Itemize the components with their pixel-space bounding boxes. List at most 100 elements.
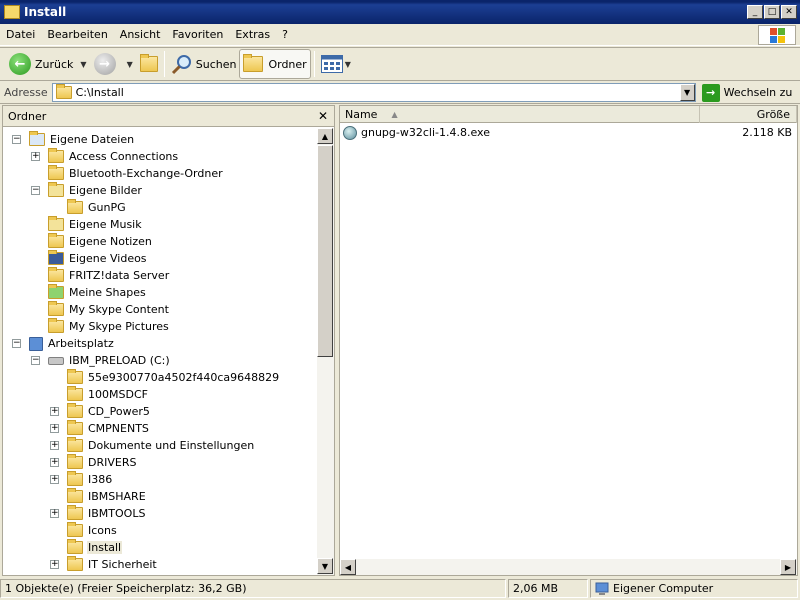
tree-item[interactable]: My Skype Content — [48, 301, 170, 318]
tree-item-label: Arbeitsplatz — [48, 337, 114, 350]
file-row[interactable]: gnupg-w32cli-1.4.8.exe — [343, 124, 490, 141]
folder-icon — [67, 539, 83, 554]
menu-help[interactable]: ? — [276, 28, 294, 41]
list-hscrollbar[interactable]: ◀ ▶ — [340, 559, 797, 575]
tree-item[interactable]: − IBM_PRELOAD (C:) — [31, 352, 171, 369]
tree-item[interactable]: + IT Sicherheit — [50, 556, 158, 573]
status-objects-text: 1 Objekte(e) (Freier Speicherplatz: 36,2… — [5, 582, 247, 595]
tree-item[interactable]: − Arbeitsplatz — [12, 335, 115, 352]
status-size-text: 2,06 MB — [513, 582, 559, 595]
expand-icon[interactable]: + — [50, 475, 59, 484]
menu-bearbeiten[interactable]: Bearbeiten — [41, 28, 113, 41]
toolbar-separator — [163, 51, 165, 77]
tree-item[interactable]: + IBMTOOLS — [50, 505, 146, 522]
status-bar: 1 Objekte(e) (Freier Speicherplatz: 36,2… — [0, 577, 800, 600]
scroll-left-button[interactable]: ◀ — [340, 559, 356, 575]
tree-scrollbar[interactable]: ▲ ▼ — [317, 128, 334, 575]
tree-item[interactable]: Icons — [67, 522, 118, 539]
forward-button[interactable]: → — [91, 49, 123, 79]
tree-item-label: Meine Shapes — [69, 286, 146, 299]
tree-item[interactable]: Meine Shapes — [48, 284, 147, 301]
folder-icon — [48, 233, 64, 248]
tree-item[interactable]: + Dokumente und Einstellungen — [50, 437, 255, 454]
tree-item[interactable]: IBMSHARE — [67, 488, 147, 505]
scroll-thumb[interactable] — [317, 145, 333, 357]
window-title: Install — [24, 5, 67, 19]
tree-item-label: Eigene Bilder — [69, 184, 142, 197]
tree-item[interactable]: + CD_Power5 — [50, 403, 151, 420]
tree-item-label: GunPG — [88, 201, 126, 214]
go-button[interactable]: → Wechseln zu — [701, 83, 792, 102]
expand-icon[interactable]: + — [50, 424, 59, 433]
toolbar-separator — [313, 51, 315, 77]
menu-extras[interactable]: Extras — [229, 28, 276, 41]
menu-ansicht[interactable]: Ansicht — [114, 28, 167, 41]
minimize-button[interactable]: _ — [747, 5, 763, 19]
tree-item[interactable]: + Access Connections — [31, 148, 179, 165]
tree-item[interactable]: My Skype Pictures — [48, 318, 170, 335]
tree-item[interactable]: Install — [67, 539, 123, 556]
tree-item[interactable]: FRITZ!data Server — [48, 267, 170, 284]
tree-item[interactable]: + I386 — [50, 471, 113, 488]
scroll-up-button[interactable]: ▲ — [317, 128, 333, 144]
collapse-icon[interactable]: − — [31, 356, 40, 365]
maximize-button[interactable]: □ — [764, 5, 780, 19]
menu-datei[interactable]: Datei — [0, 28, 41, 41]
close-button[interactable]: ✕ — [781, 5, 797, 19]
forward-dropdown-icon[interactable]: ▼ — [127, 60, 133, 69]
expand-icon[interactable]: + — [50, 509, 59, 518]
column-header-size[interactable]: Größe — [700, 106, 797, 123]
folder-up-icon — [139, 54, 158, 72]
folder-icon — [4, 5, 20, 19]
tree-item-label: IBM_PRELOAD (C:) — [69, 354, 170, 367]
address-dropdown-button[interactable]: ▼ — [679, 84, 695, 101]
tree-item-label: IBMSHARE — [88, 490, 146, 503]
up-button[interactable] — [137, 49, 161, 79]
tree-item[interactable]: − Eigene Bilder — [31, 182, 143, 199]
tree-item[interactable]: Bluetooth-Exchange-Ordner — [48, 165, 224, 182]
folder-icon — [67, 420, 83, 435]
scroll-down-button[interactable]: ▼ — [317, 558, 333, 574]
tree-item-label: Icons — [88, 524, 117, 537]
back-dropdown-icon[interactable]: ▼ — [80, 60, 86, 69]
windows-logo-icon — [758, 25, 796, 45]
tree-item[interactable]: GunPG — [67, 199, 127, 216]
collapse-icon[interactable]: − — [12, 135, 21, 144]
tree-item[interactable]: 100MSDCF — [67, 386, 149, 403]
folder-icon — [67, 556, 83, 571]
tree-item[interactable]: Eigene Videos — [48, 250, 148, 267]
tree-item-label: Eigene Musik — [69, 218, 142, 231]
tree-item[interactable]: 55e9300770a4502f440ca9648829 — [67, 369, 280, 386]
views-button[interactable]: ▼ — [318, 49, 354, 79]
expand-icon[interactable]: + — [50, 560, 59, 569]
expand-icon[interactable]: + — [50, 458, 59, 467]
forward-arrow-icon: → — [93, 53, 116, 75]
expand-icon[interactable]: + — [31, 152, 40, 161]
menu-bar: Datei Bearbeiten Ansicht Favoriten Extra… — [0, 24, 800, 46]
collapse-icon[interactable]: − — [12, 339, 21, 348]
tree-item[interactable]: + DRIVERS — [50, 454, 137, 471]
back-button[interactable]: ← Zurück — [6, 49, 76, 79]
scroll-right-button[interactable]: ▶ — [780, 559, 796, 575]
folders-button[interactable]: Ordner — [239, 49, 311, 79]
expand-icon[interactable]: + — [50, 407, 59, 416]
tree-item[interactable]: Eigene Musik — [48, 216, 143, 233]
tree-item[interactable]: Eigene Notizen — [48, 233, 153, 250]
collapse-icon[interactable]: − — [31, 186, 40, 195]
title-bar[interactable]: Install _ □ ✕ — [0, 0, 800, 24]
column-size-label: Größe — [756, 108, 790, 121]
go-arrow-icon: → — [701, 83, 720, 102]
search-button[interactable]: Suchen — [168, 49, 240, 79]
tree-item[interactable]: + CMPNENTS — [50, 420, 150, 437]
tree-item[interactable]: − Eigene Dateien — [12, 131, 135, 148]
tree-item-label: Eigene Notizen — [69, 235, 152, 248]
tree-item-label: My Skype Pictures — [69, 320, 169, 333]
folders-icon — [243, 54, 264, 72]
expand-icon[interactable]: + — [50, 441, 59, 450]
drive-icon — [48, 356, 64, 365]
close-pane-icon[interactable]: ✕ — [318, 109, 328, 123]
address-input[interactable]: C:\Install ▼ — [51, 83, 696, 102]
column-header-name[interactable]: Name ▲ — [340, 106, 700, 123]
menu-favoriten[interactable]: Favoriten — [166, 28, 229, 41]
folder-pane-title: Ordner — [8, 109, 47, 123]
